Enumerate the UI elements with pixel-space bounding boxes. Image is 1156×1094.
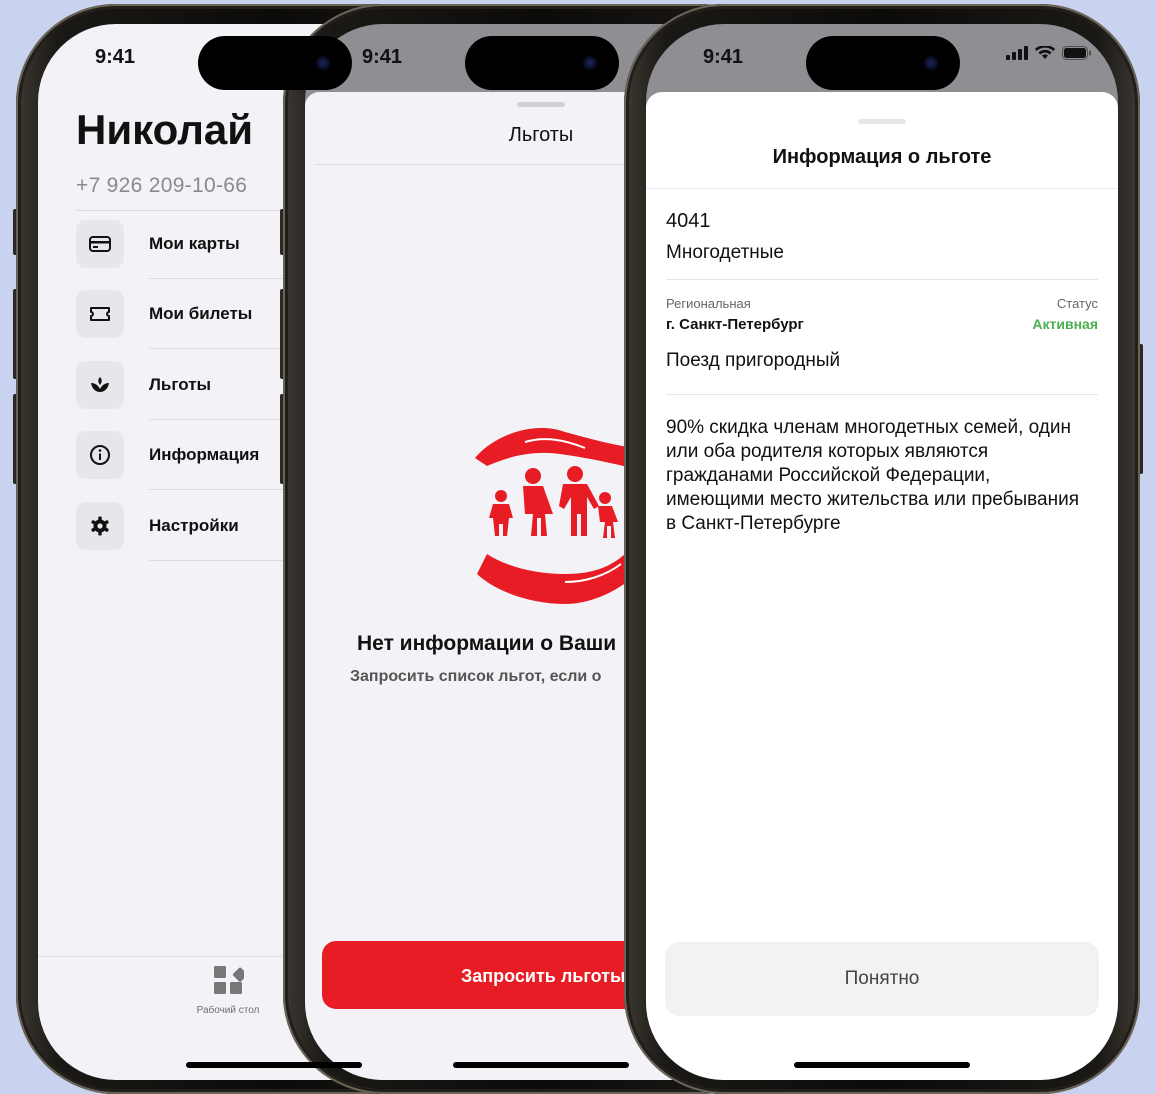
tab-desktop[interactable]: Рабочий стол xyxy=(188,964,268,1016)
camera-icon xyxy=(316,56,330,70)
widgets-icon xyxy=(188,964,268,1001)
status-label: Статус xyxy=(1056,296,1098,311)
benefit-code: 4041 xyxy=(666,210,711,232)
benefit-info-sheet xyxy=(646,92,1118,1080)
menu-item-label: Льготы xyxy=(149,375,212,394)
empty-state-subtitle: Запросить список льгот, если о xyxy=(350,668,602,685)
ticket-icon xyxy=(76,290,124,338)
dynamic-island xyxy=(198,36,352,90)
wifi-icon xyxy=(1035,46,1055,59)
profile-phone: +7 926 209-10-66 xyxy=(76,174,248,197)
dynamic-island xyxy=(465,36,619,90)
card-icon xyxy=(76,220,124,268)
sheet-grabber[interactable] xyxy=(517,102,565,107)
status-value: Активная xyxy=(1032,316,1098,332)
transport-type: Поезд пригородный xyxy=(666,350,841,371)
status-time: 9:41 xyxy=(362,46,403,68)
menu-item-label: Настройки xyxy=(149,516,239,535)
home-indicator xyxy=(794,1062,970,1068)
battery-icon xyxy=(1062,46,1091,60)
status-time: 9:41 xyxy=(95,46,136,68)
region-city: г. Санкт-Петербург xyxy=(666,316,804,333)
cellular-signal-icon xyxy=(1006,46,1028,60)
divider xyxy=(666,279,1098,280)
lotus-icon xyxy=(76,361,124,409)
tab-desktop-label: Рабочий стол xyxy=(196,1005,260,1016)
benefit-info-screen: 9:41 Информация о льготе 4041 Многодетны… xyxy=(646,24,1118,1080)
home-indicator xyxy=(186,1062,362,1068)
home-indicator xyxy=(453,1062,629,1068)
menu-item-label: Мои билеты xyxy=(149,304,253,323)
dynamic-island xyxy=(806,36,960,90)
menu-item-label: Мои карты xyxy=(149,234,240,253)
gear-icon xyxy=(76,502,124,550)
region-type: Региональная xyxy=(666,296,751,311)
camera-icon xyxy=(924,56,938,70)
system-icons xyxy=(1006,46,1092,60)
divider xyxy=(646,188,1118,189)
ok-button[interactable]: Понятно xyxy=(665,942,1099,1016)
sheet-grabber[interactable] xyxy=(858,119,906,124)
status-time: 9:41 xyxy=(703,46,744,68)
camera-icon xyxy=(583,56,597,70)
divider xyxy=(666,394,1098,395)
info-icon xyxy=(76,431,124,479)
profile-name: Николай xyxy=(76,106,254,153)
benefit-description: 90% скидка членам многодетных семей, оди… xyxy=(666,417,1079,534)
benefit-info-title: Информация о льготе xyxy=(772,146,992,168)
phone-benefit-info: 9:41 Информация о льготе 4041 Многодетны… xyxy=(624,4,1143,1094)
menu-item-label: Информация xyxy=(149,445,260,464)
empty-state-title: Нет информации о Ваши xyxy=(357,632,617,655)
benefit-category: Многодетные xyxy=(666,242,784,263)
